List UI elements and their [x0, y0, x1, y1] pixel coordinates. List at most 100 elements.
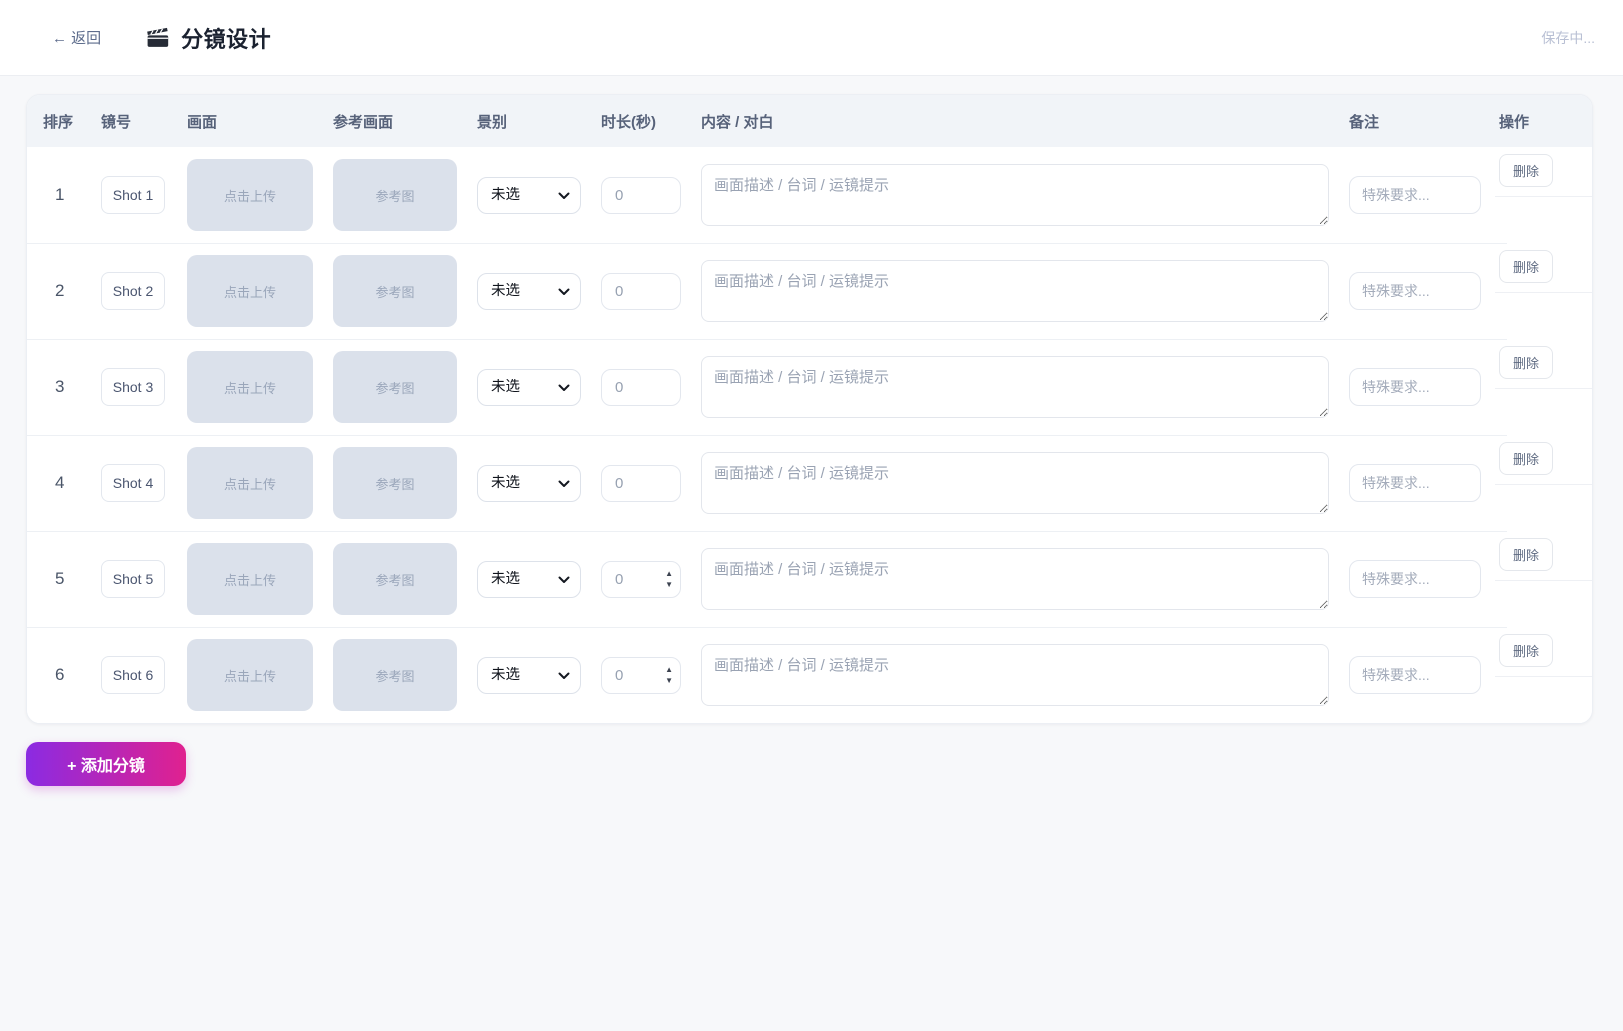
notes-cell: [1349, 368, 1499, 406]
table-body: 1 点击上传 参考图 未选: [27, 147, 1592, 723]
back-button[interactable]: ← 返回: [52, 27, 101, 48]
frame-upload-box[interactable]: 点击上传: [187, 159, 313, 231]
shot-scale-select[interactable]: 未选: [477, 273, 581, 310]
shot-scale-select[interactable]: 未选: [477, 657, 581, 694]
notes-input[interactable]: [1349, 368, 1481, 406]
frame-upload-box[interactable]: 点击上传: [187, 351, 313, 423]
shot-scale-select[interactable]: 未选: [477, 465, 581, 502]
stepper-up-icon[interactable]: ▲: [665, 664, 673, 675]
frame-upload-box[interactable]: 点击上传: [187, 543, 313, 615]
delete-row-button[interactable]: 删除: [1499, 442, 1553, 475]
stepper-down-icon[interactable]: ▼: [665, 675, 673, 686]
row-order-number: 5: [43, 569, 101, 589]
content-dialogue-cell: [701, 352, 1349, 423]
content-dialogue-textarea[interactable]: [701, 260, 1329, 322]
shot-number-cell: [101, 560, 187, 598]
duration-stepper[interactable]: ▲ ▼: [665, 568, 673, 590]
reference-image-box[interactable]: 参考图: [333, 447, 457, 519]
table-row: 6 点击上传 参考图 未选: [27, 627, 1592, 723]
shot-scale-select-wrap: 未选: [477, 369, 581, 406]
shot-scale-select[interactable]: 未选: [477, 561, 581, 598]
actions-cell: 删除: [1499, 435, 1576, 531]
delete-row-button[interactable]: 删除: [1499, 154, 1553, 187]
frame-cell: 点击上传: [187, 639, 333, 711]
shot-number-cell: [101, 656, 187, 694]
delete-row-button[interactable]: 删除: [1499, 634, 1553, 667]
content-dialogue-cell: [701, 256, 1349, 327]
add-storyboard-button[interactable]: + 添加分镜: [26, 742, 186, 786]
frame-upload-box[interactable]: 点击上传: [187, 255, 313, 327]
action-cell-divider: [1495, 484, 1592, 485]
reference-image-box[interactable]: 参考图: [333, 639, 457, 711]
delete-row-button[interactable]: 删除: [1499, 250, 1553, 283]
shot-number-input[interactable]: [101, 656, 165, 694]
content-dialogue-textarea[interactable]: [701, 452, 1329, 514]
reference-image-box[interactable]: 参考图: [333, 255, 457, 327]
notes-cell: [1349, 272, 1499, 310]
shot-number-input[interactable]: [101, 464, 165, 502]
row-order-number: 2: [43, 281, 101, 301]
content-dialogue-textarea[interactable]: [701, 164, 1329, 226]
reference-frame-cell: 参考图: [333, 255, 477, 327]
duration-cell: ▲ ▼: [601, 273, 701, 310]
duration-input[interactable]: [601, 177, 681, 214]
shot-scale-cell: 未选: [477, 369, 601, 406]
shot-scale-select-wrap: 未选: [477, 465, 581, 502]
reference-image-box[interactable]: 参考图: [333, 543, 457, 615]
frame-cell: 点击上传: [187, 543, 333, 615]
delete-row-button[interactable]: 删除: [1499, 346, 1553, 379]
reference-image-label: 参考图: [375, 474, 414, 493]
frame-cell: 点击上传: [187, 351, 333, 423]
storyboard-table: 排序 镜号 画面 参考画面 景别 时长(秒) 内容 / 对白 备注 操作 1 点…: [26, 94, 1593, 724]
content-dialogue-cell: [701, 160, 1349, 231]
content-dialogue-textarea[interactable]: [701, 356, 1329, 418]
col-header-shot-scale: 景别: [477, 111, 601, 132]
frame-upload-label: 点击上传: [224, 186, 276, 205]
shot-scale-select[interactable]: 未选: [477, 177, 581, 214]
reference-image-box[interactable]: 参考图: [333, 159, 457, 231]
col-header-reference-frame: 参考画面: [333, 111, 477, 132]
duration-cell: ▲ ▼: [601, 369, 701, 406]
shot-number-input[interactable]: [101, 368, 165, 406]
shot-number-cell: [101, 368, 187, 406]
shot-scale-select[interactable]: 未选: [477, 369, 581, 406]
table-row: 3 点击上传 参考图 未选: [27, 339, 1592, 435]
col-header-shot-number: 镜号: [101, 111, 187, 132]
reference-image-label: 参考图: [375, 378, 414, 397]
notes-cell: [1349, 656, 1499, 694]
frame-upload-box[interactable]: 点击上传: [187, 639, 313, 711]
clapperboard-icon: [145, 25, 171, 51]
duration-input-wrap: ▲ ▼: [601, 273, 681, 310]
content-dialogue-cell: [701, 448, 1349, 519]
frame-upload-box[interactable]: 点击上传: [187, 447, 313, 519]
duration-cell: ▲ ▼: [601, 657, 701, 694]
notes-input[interactable]: [1349, 176, 1481, 214]
content-dialogue-textarea[interactable]: [701, 644, 1329, 706]
stepper-up-icon[interactable]: ▲: [665, 568, 673, 579]
action-cell-divider: [1495, 580, 1592, 581]
duration-stepper[interactable]: ▲ ▼: [665, 664, 673, 686]
frame-upload-label: 点击上传: [224, 282, 276, 301]
stepper-down-icon[interactable]: ▼: [665, 579, 673, 590]
top-bar: ← 返回 分镜设计 保存中...: [0, 0, 1623, 76]
reference-frame-cell: 参考图: [333, 639, 477, 711]
frame-upload-label: 点击上传: [224, 666, 276, 685]
notes-input[interactable]: [1349, 560, 1481, 598]
notes-input[interactable]: [1349, 656, 1481, 694]
table-header-row: 排序 镜号 画面 参考画面 景别 时长(秒) 内容 / 对白 备注 操作: [27, 95, 1592, 147]
shot-number-cell: [101, 272, 187, 310]
table-row: 1 点击上传 参考图 未选: [27, 147, 1592, 243]
shot-number-input[interactable]: [101, 272, 165, 310]
notes-input[interactable]: [1349, 272, 1481, 310]
shot-number-input[interactable]: [101, 560, 165, 598]
notes-input[interactable]: [1349, 464, 1481, 502]
content-dialogue-textarea[interactable]: [701, 548, 1329, 610]
delete-row-button[interactable]: 删除: [1499, 538, 1553, 571]
shot-number-input[interactable]: [101, 176, 165, 214]
duration-input[interactable]: [601, 273, 681, 310]
reference-image-box[interactable]: 参考图: [333, 351, 457, 423]
shot-scale-cell: 未选: [477, 177, 601, 214]
duration-input[interactable]: [601, 369, 681, 406]
duration-input[interactable]: [601, 465, 681, 502]
duration-cell: ▲ ▼: [601, 177, 701, 214]
